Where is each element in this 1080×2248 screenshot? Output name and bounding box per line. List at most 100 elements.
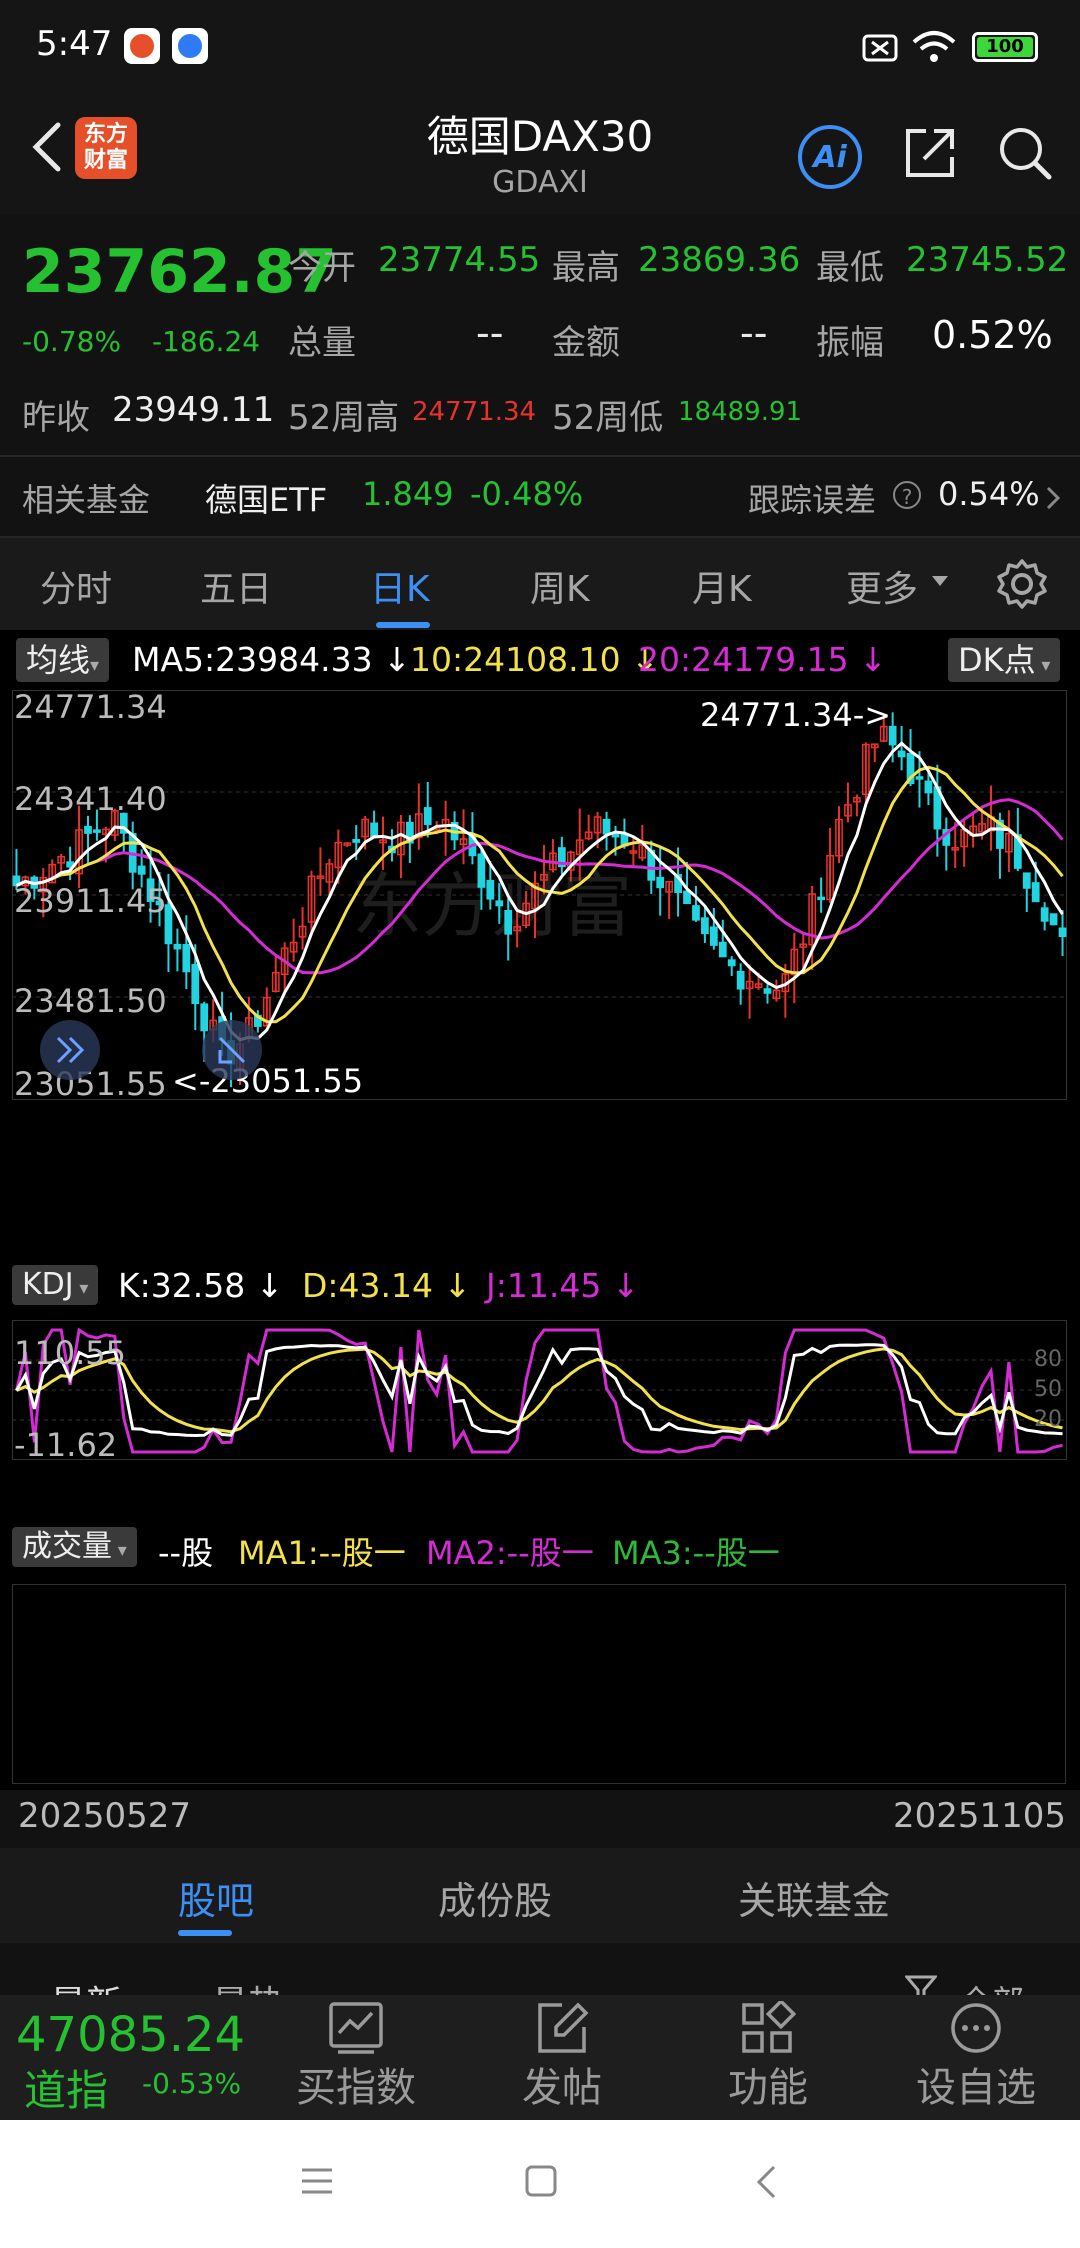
tab-related-funds[interactable]: 关联基金 xyxy=(738,1870,890,1925)
low-label: 最低 xyxy=(816,248,884,288)
ai-assistant-icon[interactable]: Ai xyxy=(798,125,862,189)
candle-body xyxy=(504,909,513,935)
collapse-icon[interactable] xyxy=(202,1020,262,1080)
volume-chart[interactable] xyxy=(12,1584,1066,1784)
max-marker: 24771.34-> xyxy=(700,696,891,734)
sort-latest[interactable]: 最新 xyxy=(50,1975,122,1995)
week52-low-value: 18489.91 xyxy=(678,397,803,427)
volume-selector[interactable]: 成交量 ▾ xyxy=(12,1527,137,1567)
tab-constituents[interactable]: 成份股 xyxy=(438,1870,552,1925)
sort-hot[interactable]: 最热 xyxy=(212,1975,284,1995)
ma5-legend: MA5:23984.33 ↓ xyxy=(132,640,411,679)
candle-body xyxy=(486,879,495,900)
volume-value: -- xyxy=(476,311,504,355)
high-label: 最高 xyxy=(552,248,620,288)
candle-body xyxy=(1040,907,1049,922)
dk-point-button[interactable]: DK点 ▾ xyxy=(948,638,1061,682)
candle-body xyxy=(656,876,665,889)
sim-off-icon xyxy=(862,34,898,62)
tab-more[interactable]: 更多 xyxy=(846,560,918,612)
share-icon[interactable] xyxy=(900,123,960,183)
kline-chart-area: 均线▾ MA5:23984.33 ↓ 10:24108.10 ↓ 20:2417… xyxy=(0,630,1080,1840)
candle-body xyxy=(137,865,146,875)
home-icon[interactable] xyxy=(524,2164,558,2198)
filter-icon[interactable] xyxy=(905,1975,937,1995)
related-fund-row[interactable]: 相关基金 德国ETF 1.849 -0.48% 跟踪误差 ? 0.54% xyxy=(0,457,1080,537)
wifi-icon xyxy=(912,31,956,62)
edit-icon xyxy=(538,2002,589,2053)
volume-ma3: MA3:--股一 xyxy=(612,1534,780,1572)
candle-body xyxy=(924,780,933,794)
fund-change: -0.48% xyxy=(470,475,584,513)
post-filter-row: 最新 最热 全部 xyxy=(0,1943,1080,1995)
fund-price: 1.849 xyxy=(362,475,454,513)
candle-body xyxy=(709,926,718,946)
ma20-legend: 20:24179.15 ↓ xyxy=(638,640,887,679)
grid-apps-icon xyxy=(742,2001,796,2053)
filter-all[interactable]: 全部 xyxy=(960,1977,1024,1995)
buy-index-button[interactable]: 买指数 xyxy=(286,1995,426,2113)
change-percent: -0.78% xyxy=(22,325,122,358)
tab-five-day[interactable]: 五日 xyxy=(200,560,272,612)
post-button[interactable]: 发帖 xyxy=(492,1995,632,2113)
status-time: 5:47 xyxy=(36,24,113,64)
candle-body xyxy=(352,839,361,843)
battery-level: 100 xyxy=(977,37,1033,57)
kdj-chart[interactable]: 110.55 -11.62 80 50 20 xyxy=(12,1320,1067,1460)
tab-daily-k[interactable]: 日K xyxy=(370,560,430,612)
date-axis: 20250527 20251105 xyxy=(0,1790,1080,1850)
candle-body xyxy=(897,750,906,758)
search-icon[interactable] xyxy=(995,123,1055,183)
kdj-level-80: 80 xyxy=(1034,1347,1062,1372)
volume-value: --股 xyxy=(158,1534,214,1572)
end-date: 20251105 xyxy=(892,1796,1066,1836)
fund-name[interactable]: 德国ETF xyxy=(205,475,327,521)
volume-indicator-label: 成交量 xyxy=(22,1529,112,1564)
low-value: 23745.52 xyxy=(906,240,1069,280)
add-watchlist-button[interactable]: 设自选 xyxy=(906,1995,1046,2113)
tracking-error-value: 0.54% xyxy=(938,475,1040,513)
kdj-k-legend: K:32.58 ↓ xyxy=(118,1266,284,1305)
candle-body xyxy=(84,825,92,834)
functions-button[interactable]: 功能 xyxy=(698,1995,838,2113)
chart-trend-icon xyxy=(329,2002,383,2054)
candle-body xyxy=(727,959,736,967)
chat-notification-icon xyxy=(172,28,208,64)
volume-ma2: MA2:--股一 xyxy=(426,1534,594,1572)
tab-stock-bar[interactable]: 股吧 xyxy=(178,1870,254,1925)
app-notification-icon xyxy=(124,28,160,64)
volume-label: 总量 xyxy=(288,323,356,363)
community-tabs: 股吧 成份股 关联基金 xyxy=(0,1848,1080,1943)
amount-label: 金额 xyxy=(552,323,620,363)
active-subtab-indicator xyxy=(178,1930,232,1936)
menu-icon[interactable] xyxy=(300,2166,334,2196)
bottom-toolbar: 47085.24 道指 -0.53% 买指数 发帖 功能 设自选 xyxy=(0,1995,1080,2120)
kdj-top-label: 110.55 xyxy=(14,1334,126,1372)
scroll-left-icon[interactable] xyxy=(40,1020,100,1080)
tab-weekly-k[interactable]: 周K xyxy=(530,560,590,612)
prev-close-label: 昨收 xyxy=(22,398,90,438)
settings-gear-icon[interactable] xyxy=(996,558,1048,610)
candle-body xyxy=(736,970,745,990)
kdj-selector[interactable]: KDJ ▾ xyxy=(12,1265,99,1305)
candle-body xyxy=(915,776,924,780)
amplitude-value: 0.52% xyxy=(932,313,1053,357)
kdj-d-value: D:43.14 xyxy=(302,1266,434,1305)
tab-monthly-k[interactable]: 月K xyxy=(692,560,752,612)
tab-intraday[interactable]: 分时 xyxy=(40,560,112,612)
candle-body xyxy=(701,917,709,935)
active-tab-indicator xyxy=(376,622,430,628)
help-icon[interactable]: ? xyxy=(893,481,921,509)
price-chart[interactable]: 东方财富 24771.34 24341.40 23911.45 23481.50… xyxy=(12,690,1067,1100)
post-label: 发帖 xyxy=(522,2065,602,2111)
tracking-error-label: 跟踪误差 xyxy=(748,481,877,519)
back-icon[interactable] xyxy=(754,2164,778,2200)
indicator-selector[interactable]: 均线▾ xyxy=(16,638,110,682)
candle-body xyxy=(718,941,727,958)
prev-close-value: 23949.11 xyxy=(112,390,275,430)
dow-index-name[interactable]: 道指 xyxy=(24,2057,108,2118)
quote-panel: 23762.87 -0.78% -186.24 今开 23774.55 最高 2… xyxy=(0,215,1080,455)
dow-index-value[interactable]: 47085.24 xyxy=(16,2007,245,2063)
candle-body xyxy=(602,818,611,835)
app-header: 东方 财富 德国DAX30 GDAXI Ai xyxy=(0,95,1080,215)
